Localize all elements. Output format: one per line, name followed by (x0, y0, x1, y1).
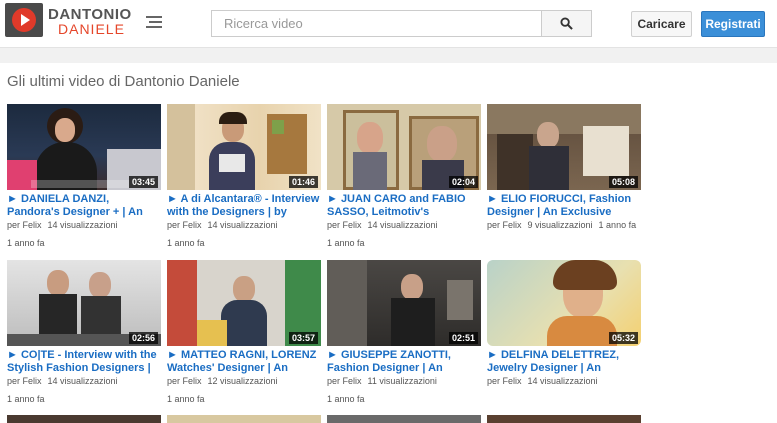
search-icon (560, 17, 573, 30)
video-thumbnail[interactable]: 02:51 (327, 260, 481, 346)
video-thumbnail-partial[interactable] (487, 415, 641, 423)
video-meta: per Felix 14 visualizzazioni (327, 220, 487, 230)
video-views: 12 visualizzazioni (207, 376, 278, 386)
video-duration: 03:57 (288, 332, 318, 344)
video-meta: per Felix 12 visualizzazioni (167, 376, 327, 386)
video-title[interactable]: ► DELFINA DELETTREZ, Jewelry Designer | … (487, 349, 641, 375)
video-author[interactable]: per Felix (487, 220, 522, 230)
video-date: 1 anno fa (7, 394, 45, 404)
video-meta: per Felix 14 visualizzazioni (7, 376, 167, 386)
video-views: 14 visualizzazioni (47, 376, 118, 386)
video-title[interactable]: ► CO|TE - Interview with the Stylish Fas… (7, 349, 161, 375)
video-meta: per Felix 14 visualizzazioni (167, 220, 327, 230)
video-duration: 05:32 (608, 332, 638, 344)
video-views: 14 visualizzazioni (47, 220, 118, 230)
register-button[interactable]: Registrati (701, 11, 765, 37)
video-views: 14 visualizzazioni (527, 376, 598, 386)
logo-icon[interactable] (5, 3, 43, 37)
video-title[interactable]: ► GIUSEPPE ZANOTTI, Fashion Designer | A… (327, 349, 481, 375)
video-thumbnail[interactable]: 03:45 (7, 104, 161, 190)
video-author[interactable]: per Felix (487, 376, 522, 386)
video-duration: 02:04 (448, 176, 478, 188)
video-title[interactable]: ► MATTEO RAGNI, LORENZ Watches' Designer… (167, 349, 321, 375)
video-views: 9 visualizzazioni (527, 220, 593, 230)
video-author[interactable]: per Felix (7, 376, 42, 386)
video-thumbnail[interactable]: 02:04 (327, 104, 481, 190)
video-thumbnail-partial[interactable] (7, 415, 161, 423)
search-input[interactable] (211, 10, 542, 37)
video-duration: 03:45 (128, 176, 158, 188)
video-date: 1 anno fa (7, 238, 45, 248)
search-button[interactable] (541, 10, 592, 37)
video-thumbnail[interactable]: 05:32 (487, 260, 641, 346)
video-meta: per Felix 11 visualizzazioni (327, 376, 487, 386)
video-thumbnail-partial[interactable] (167, 415, 321, 423)
video-views: 14 visualizzazioni (207, 220, 278, 230)
video-author[interactable]: per Felix (167, 220, 202, 230)
video-title[interactable]: ► ELIO FIORUCCI, Fashion Designer | An E… (487, 193, 641, 219)
video-date: 1 anno fa (327, 394, 365, 404)
video-thumbnail[interactable]: 02:56 (7, 260, 161, 346)
video-thumbnail-partial[interactable] (327, 415, 481, 423)
video-duration: 02:56 (128, 332, 158, 344)
video-title[interactable]: ► DANIELA DANZI, Pandora's Designer + | … (7, 193, 161, 219)
video-title[interactable]: ► JUAN CARO and FABIO SASSO, Leitmotiv's… (327, 193, 481, 219)
video-thumbnail[interactable]: 01:46 (167, 104, 321, 190)
upload-button[interactable]: Caricare (631, 11, 692, 37)
header: DANTONIO DANIELE Caricare Registrati (0, 0, 777, 48)
video-date-inline: 1 anno fa (598, 220, 637, 230)
video-views: 11 visualizzazioni (367, 376, 437, 386)
video-duration: 02:51 (448, 332, 478, 344)
video-date: 1 anno fa (327, 238, 365, 248)
menu-icon[interactable] (146, 16, 162, 29)
video-title[interactable]: ► A di Alcantara® - Interview with the D… (167, 193, 321, 219)
video-author[interactable]: per Felix (7, 220, 42, 230)
video-duration: 01:46 (288, 176, 318, 188)
video-duration: 05:08 (608, 176, 638, 188)
video-author[interactable]: per Felix (327, 376, 362, 386)
video-views: 14 visualizzazioni (367, 220, 438, 230)
video-meta: per Felix 14 visualizzazioni (487, 376, 647, 386)
video-date: 1 anno fa (167, 394, 205, 404)
main-content: Gli ultimi video di Dantonio Daniele 03:… (0, 63, 777, 423)
video-meta: per Felix 14 visualizzazioni (7, 220, 167, 230)
video-thumbnail[interactable]: 03:57 (167, 260, 321, 346)
video-meta: per Felix 9 visualizzazioni 1 anno fa (487, 220, 647, 230)
video-date: 1 anno fa (167, 238, 205, 248)
video-author[interactable]: per Felix (327, 220, 362, 230)
section-title: Gli ultimi video di Dantonio Daniele (7, 73, 240, 90)
video-thumbnail[interactable]: 05:08 (487, 104, 641, 190)
video-author[interactable]: per Felix (167, 376, 202, 386)
brand-subname[interactable]: DANIELE (58, 21, 125, 37)
